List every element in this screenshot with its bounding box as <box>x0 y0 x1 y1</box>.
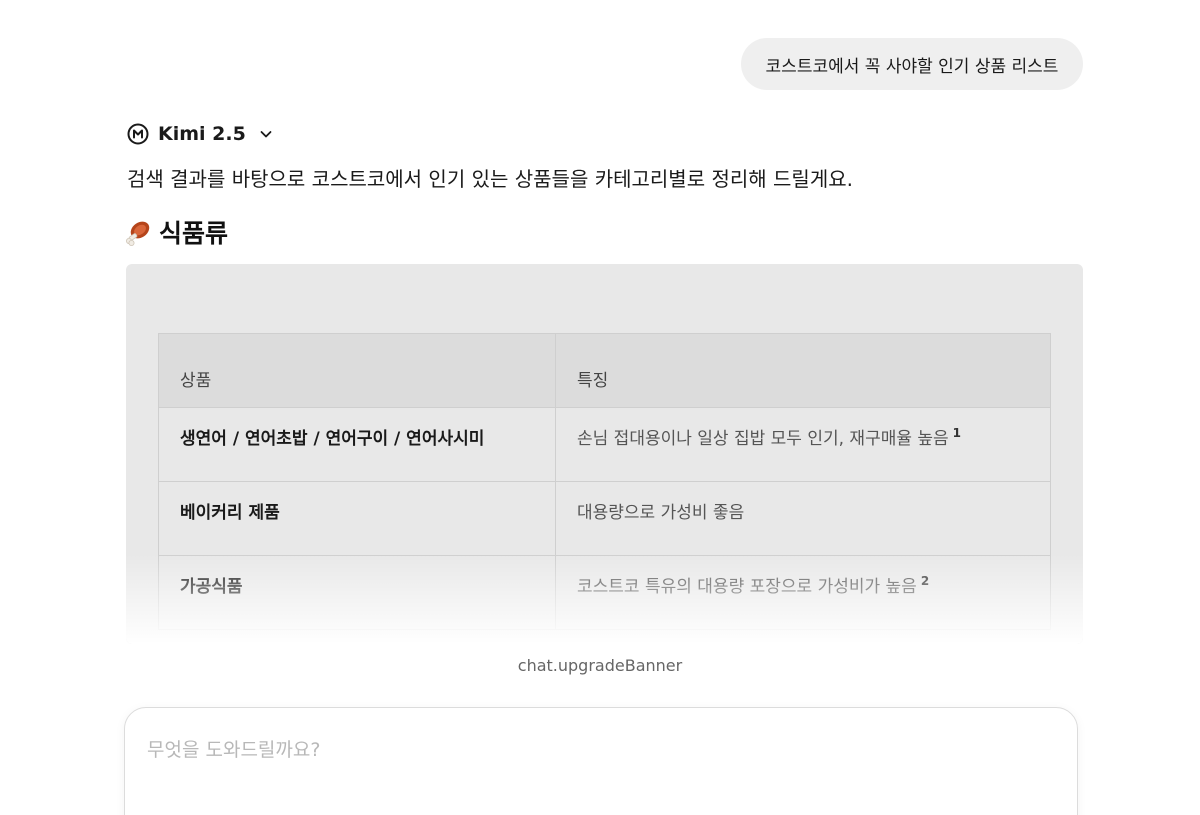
section-heading: 식품류 <box>125 214 228 250</box>
feature-cell: 손님 접대용이나 일상 집밥 모두 인기, 재구매율 높음 1 <box>555 407 1051 482</box>
section-title: 식품류 <box>159 219 229 248</box>
table-card: 상품 특징 생연어 / 연어초밥 / 연어구이 / 연어사시미 손님 접대용이나… <box>126 264 1083 644</box>
table-row: 생연어 / 연어초밥 / 연어구이 / 연어사시미 손님 접대용이나 일상 집밥… <box>158 407 1051 482</box>
table-header-row: 상품 특징 <box>158 333 1051 408</box>
composer <box>124 707 1078 815</box>
model-name: Kimi 2.5 <box>158 123 246 145</box>
citation-link[interactable]: 2 <box>921 574 929 588</box>
feature-text: 손님 접대용이나 일상 집밥 모두 인기, 재구매율 높음 <box>577 429 949 449</box>
product-table: 상품 특징 생연어 / 연어초밥 / 연어구이 / 연어사시미 손님 접대용이나… <box>158 333 1051 630</box>
model-selector[interactable]: Kimi 2.5 <box>127 121 273 147</box>
column-header-product: 상품 <box>158 333 556 408</box>
chat-page: 코스트코에서 꼭 사야할 인기 상품 리스트 Kimi 2.5 검색 결과를 바… <box>0 0 1200 815</box>
table-row: 가공식품 코스트코 특유의 대용량 포장으로 가성비가 높음 2 <box>158 555 1051 630</box>
table-row: 베이커리 제품 대용량으로 가성비 좋음 <box>158 481 1051 556</box>
feature-cell: 대용량으로 가성비 좋음 <box>555 481 1051 556</box>
product-cell: 생연어 / 연어초밥 / 연어구이 / 연어사시미 <box>158 407 556 482</box>
response-intro: 검색 결과를 바탕으로 코스트코에서 인기 있는 상품들을 카테고리별로 정리해… <box>127 167 853 191</box>
feature-text: 코스트코 특유의 대용량 포장으로 가성비가 높음 <box>577 577 917 597</box>
column-header-feature: 특징 <box>555 333 1051 408</box>
user-message-bubble: 코스트코에서 꼭 사야할 인기 상품 리스트 <box>741 38 1083 90</box>
upgrade-banner[interactable]: chat.upgradeBanner <box>0 656 1200 675</box>
chevron-down-icon[interactable] <box>259 127 273 141</box>
citation-link[interactable]: 1 <box>953 426 961 440</box>
message-input[interactable] <box>145 738 1049 762</box>
feature-cell: 코스트코 특유의 대용량 포장으로 가성비가 높음 2 <box>555 555 1051 630</box>
user-message-text: 코스트코에서 꼭 사야할 인기 상품 리스트 <box>765 56 1059 77</box>
kimi-logo-icon <box>127 123 149 145</box>
product-cell: 베이커리 제품 <box>158 481 556 556</box>
meat-on-bone-icon <box>125 218 153 246</box>
product-cell: 가공식품 <box>158 555 556 630</box>
feature-text: 대용량으로 가성비 좋음 <box>577 503 745 523</box>
